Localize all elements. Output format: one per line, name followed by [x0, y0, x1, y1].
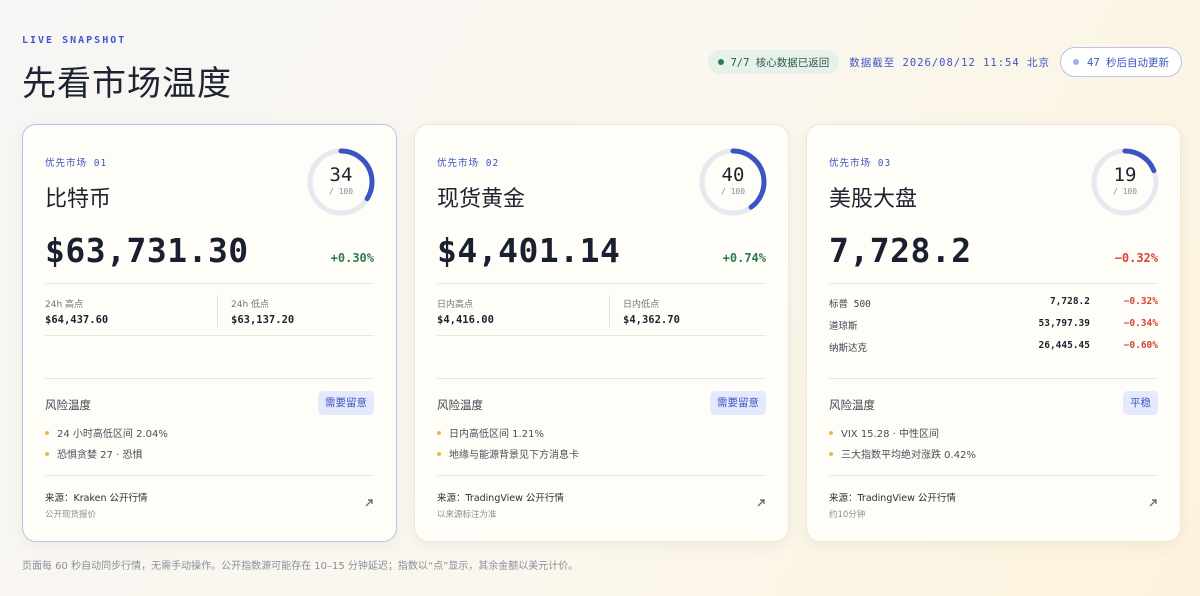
bullet-text: 24 小时高低区间 2.04% [57, 429, 168, 440]
low-label: 日内低点 [623, 300, 660, 310]
source-note: 以来源标注为准 [437, 510, 497, 520]
risk-badge: 需要留意 [318, 391, 374, 415]
high-value: $64,437.60 [45, 314, 109, 326]
index-value: 7,728.2 [1049, 296, 1090, 307]
data-timestamp: 数据截至 2026/08/12 11:54 北京 [849, 56, 1051, 69]
divider [45, 475, 374, 476]
column-separator [217, 295, 218, 327]
index-row-dow: 道琼斯 53,797.39 −0.34% [829, 318, 1158, 338]
external-link-icon[interactable] [1148, 498, 1158, 508]
divider [829, 378, 1158, 379]
risk-score-max: / 100 [720, 187, 746, 196]
index-change: −0.60% [1123, 340, 1158, 351]
market-tag: 优先市场 03 [829, 158, 892, 169]
source-note: 约10分钟 [829, 510, 866, 520]
page-title: 先看市场温度 [22, 64, 232, 104]
index-name: 纳斯达克 [829, 343, 868, 354]
index-name: 标普 500 [829, 299, 871, 310]
current-price: 7,728.2 [829, 231, 972, 270]
index-value: 26,445.45 [1038, 340, 1090, 351]
refresh-countdown-text: 47 秒后自动更新 [1087, 56, 1169, 69]
divider [45, 335, 374, 336]
high-value: $4,416.00 [437, 314, 494, 326]
low-value: $4,362.70 [623, 314, 680, 326]
bullet-dot-icon [45, 430, 49, 435]
market-name: 比特币 [45, 187, 112, 212]
risk-bullet: 地缘与能源背景见下方消息卡 [437, 446, 579, 461]
market-tag: 优先市场 02 [437, 158, 500, 169]
market-card-us-stocks[interactable]: 优先市场 03 美股大盘 19 / 100 7,728.2 −0.32% 标普 … [806, 124, 1181, 542]
bullet-text: 地缘与能源背景见下方消息卡 [449, 450, 579, 461]
risk-score-max: / 100 [1112, 187, 1138, 196]
risk-bullet: VIX 15.28 · 中性区间 [829, 425, 939, 440]
bullet-dot-icon [437, 451, 441, 456]
low-label: 24h 低点 [231, 300, 270, 310]
external-link-icon[interactable] [756, 498, 766, 508]
divider [829, 475, 1158, 476]
bullet-text: VIX 15.28 · 中性区间 [841, 429, 939, 440]
divider [437, 378, 766, 379]
risk-score: 34 [329, 164, 353, 186]
price-change: +0.74% [722, 251, 766, 265]
index-row-sp500: 标普 500 7,728.2 −0.32% [829, 296, 1158, 316]
index-row-nasdaq: 纳斯达克 26,445.45 −0.60% [829, 340, 1158, 360]
bullet-text: 三大指数平均绝对涨跌 0.42% [841, 450, 976, 461]
risk-bullet: 恐惧贪婪 27 · 恐惧 [45, 446, 142, 461]
market-card-gold[interactable]: 优先市场 02 现货黄金 40 / 100 $4,401.14 +0.74% 日… [414, 124, 789, 542]
data-status-text: 7/7 核心数据已返回 [730, 56, 830, 69]
risk-score: 40 [721, 164, 745, 186]
market-name: 现货黄金 [437, 187, 526, 212]
source-label: 来源：TradingView 公开行情 [437, 493, 564, 504]
divider [437, 335, 766, 336]
index-value: 53,797.39 [1038, 318, 1090, 329]
auto-refresh-button[interactable]: 47 秒后自动更新 [1060, 47, 1182, 77]
bullet-text: 恐惧贪婪 27 · 恐惧 [57, 450, 143, 461]
external-link-icon[interactable] [364, 498, 374, 508]
risk-badge: 需要留意 [710, 391, 766, 415]
high-label: 日内高点 [437, 300, 474, 310]
bullet-dot-icon [45, 451, 49, 456]
status-bar: 7/7 核心数据已返回 数据截至 2026/08/12 11:54 北京 47 … [708, 47, 1182, 77]
risk-label: 风险温度 [829, 398, 875, 412]
current-price: $63,731.30 [45, 231, 249, 270]
eyebrow-label: LIVE SNAPSHOT [22, 35, 127, 46]
price-change: +0.30% [330, 251, 374, 265]
divider [45, 283, 374, 284]
source-note: 公开现货报价 [45, 510, 97, 520]
index-name: 道琼斯 [829, 321, 858, 332]
risk-label: 风险温度 [45, 398, 91, 412]
risk-badge: 平稳 [1123, 391, 1158, 415]
risk-label: 风险温度 [437, 398, 483, 412]
market-name: 美股大盘 [829, 187, 918, 212]
current-price: $4,401.14 [437, 231, 621, 270]
column-separator [609, 295, 610, 327]
bullet-dot-icon [829, 451, 833, 456]
high-label: 24h 高点 [45, 300, 84, 310]
risk-score: 19 [1113, 164, 1137, 186]
data-status-pill: 7/7 核心数据已返回 [708, 50, 840, 74]
bullet-text: 日内高低区间 1.21% [449, 429, 544, 440]
bullet-dot-icon [437, 430, 441, 435]
market-tag: 优先市场 01 [45, 158, 108, 169]
refresh-dot-icon [1073, 59, 1080, 65]
bullet-dot-icon [829, 430, 833, 435]
risk-bullet: 三大指数平均绝对涨跌 0.42% [829, 446, 976, 461]
source-label: 来源：TradingView 公开行情 [829, 493, 956, 504]
risk-score-max: / 100 [328, 187, 354, 196]
risk-bullet: 日内高低区间 1.21% [437, 425, 544, 440]
divider [45, 378, 374, 379]
status-dot-icon [718, 59, 725, 65]
market-card-bitcoin[interactable]: 优先市场 01 比特币 34 / 100 $63,731.30 +0.30% 2… [22, 124, 397, 542]
risk-bullet: 24 小时高低区间 2.04% [45, 425, 168, 440]
footnote: 页面每 60 秒自动同步行情，无需手动操作。公开指数源可能存在 10–15 分钟… [22, 561, 579, 572]
index-change: −0.32% [1123, 296, 1158, 307]
index-change: −0.34% [1123, 318, 1158, 329]
low-value: $63,137.20 [231, 314, 295, 326]
price-change: −0.32% [1114, 251, 1158, 265]
divider [829, 283, 1158, 284]
divider [437, 475, 766, 476]
source-label: 来源：Kraken 公开行情 [45, 493, 148, 504]
divider [437, 283, 766, 284]
